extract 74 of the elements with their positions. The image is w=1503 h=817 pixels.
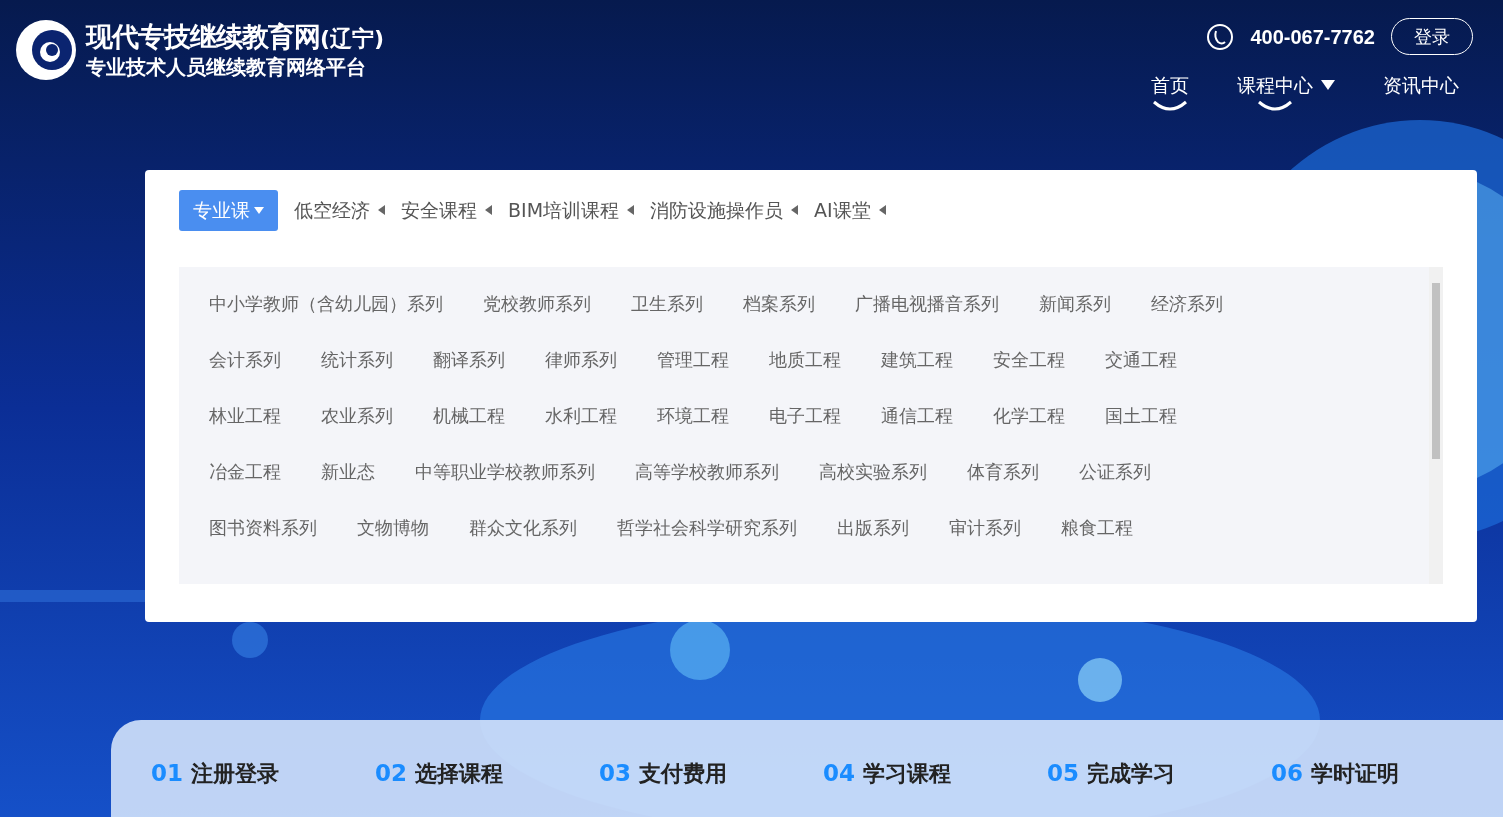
phone-icon bbox=[1206, 22, 1235, 51]
category-tab[interactable]: BIM培训课程 bbox=[508, 190, 635, 231]
course-category-link[interactable]: 审计系列 bbox=[949, 508, 1021, 565]
course-category-link[interactable]: 国土工程 bbox=[1105, 396, 1177, 453]
category-tab[interactable]: 专业课 bbox=[179, 190, 278, 231]
category-tab[interactable]: 低空经济 bbox=[294, 190, 385, 231]
course-category-link[interactable]: 中小学教师（含幼儿园）系列 bbox=[209, 284, 443, 341]
caret-left-icon bbox=[791, 205, 799, 216]
nav-link[interactable]: 首页 bbox=[1151, 71, 1189, 100]
category-tab[interactable]: AI课堂 bbox=[814, 190, 886, 231]
step-label: 选择课程 bbox=[415, 760, 504, 788]
nav-link[interactable]: 资讯中心 bbox=[1383, 71, 1459, 100]
course-category-link[interactable]: 林业工程 bbox=[209, 396, 281, 453]
course-category-link[interactable]: 管理工程 bbox=[657, 340, 729, 397]
step-label: 注册登录 bbox=[191, 760, 279, 788]
course-category-link[interactable]: 翻译系列 bbox=[433, 340, 505, 397]
caret-left-icon bbox=[378, 205, 385, 216]
caret-left-icon bbox=[485, 205, 492, 216]
site-title: 现代专技继续教育网 bbox=[86, 22, 320, 52]
course-category-link[interactable]: 通信工程 bbox=[881, 396, 953, 453]
course-category-link[interactable]: 电子工程 bbox=[769, 396, 841, 453]
category-tab[interactable]: 安全课程 bbox=[401, 190, 492, 231]
course-category-link[interactable]: 粮食工程 bbox=[1061, 508, 1133, 565]
category-tab[interactable]: 消防设施操作员 bbox=[650, 190, 799, 231]
caret-down-icon bbox=[254, 206, 264, 214]
course-category-link[interactable]: 化学工程 bbox=[993, 396, 1065, 453]
course-category-link[interactable]: 安全工程 bbox=[993, 340, 1065, 397]
caret-left-icon bbox=[627, 205, 635, 216]
course-category-link[interactable]: 档案系列 bbox=[743, 284, 815, 341]
course-category-link[interactable]: 冶金工程 bbox=[209, 452, 281, 509]
step-number: 01 bbox=[151, 759, 183, 788]
step-number: 04 bbox=[823, 759, 856, 788]
course-category-link[interactable]: 高校实验系列 bbox=[819, 452, 927, 509]
course-category-link[interactable]: 新闻系列 bbox=[1039, 284, 1111, 341]
course-category-link[interactable]: 建筑工程 bbox=[881, 340, 953, 397]
course-category-link[interactable]: 环境工程 bbox=[657, 396, 729, 453]
course-category-link[interactable]: 党校教师系列 bbox=[483, 284, 591, 341]
course-category-link[interactable]: 体育系列 bbox=[967, 452, 1039, 509]
course-category-link[interactable]: 统计系列 bbox=[321, 340, 393, 397]
course-category-link[interactable]: 图书资料系列 bbox=[209, 508, 317, 565]
course-category-link[interactable]: 群众文化系列 bbox=[469, 508, 577, 565]
site-subtitle: 专业技术人员继续教育网络平台 bbox=[86, 55, 367, 79]
logo-icon bbox=[14, 18, 78, 82]
course-category-link[interactable]: 交通工程 bbox=[1105, 340, 1177, 397]
course-category-link[interactable]: 经济系列 bbox=[1151, 284, 1223, 341]
step-number: 02 bbox=[375, 759, 408, 788]
course-category-link[interactable]: 农业系列 bbox=[321, 396, 393, 453]
step-number: 06 bbox=[1271, 759, 1304, 788]
caret-left-icon bbox=[878, 205, 886, 216]
step-label: 支付费用 bbox=[639, 760, 728, 788]
course-category-link[interactable]: 公证系列 bbox=[1079, 452, 1151, 509]
caret-down-icon[interactable] bbox=[1321, 80, 1335, 91]
step-label: 完成学习 bbox=[1087, 760, 1176, 788]
course-category-link[interactable]: 水利工程 bbox=[545, 396, 617, 453]
nav-link[interactable]: 课程中心 bbox=[1237, 71, 1313, 100]
course-category-link[interactable]: 卫生系列 bbox=[631, 284, 703, 341]
course-category-link[interactable]: 出版系列 bbox=[837, 508, 909, 565]
course-category-link[interactable]: 广播电视播音系列 bbox=[855, 284, 999, 341]
region-label: (辽宁) bbox=[320, 25, 385, 53]
course-category-link[interactable]: 高等学校教师系列 bbox=[635, 452, 779, 509]
course-category-link[interactable]: 新业态 bbox=[321, 452, 375, 509]
course-category-link[interactable]: 文物博物 bbox=[357, 508, 429, 565]
course-category-link[interactable]: 哲学社会科学研究系列 bbox=[617, 508, 797, 565]
course-category-link[interactable]: 机械工程 bbox=[433, 396, 505, 453]
scrollbar[interactable] bbox=[1429, 266, 1443, 584]
step-number: 03 bbox=[599, 759, 632, 788]
course-category-link[interactable]: 中等职业学校教师系列 bbox=[415, 452, 595, 509]
course-category-link[interactable]: 律师系列 bbox=[545, 340, 617, 397]
step-label: 学时证明 bbox=[1311, 760, 1400, 788]
phone-number: 400-067-7762 bbox=[1250, 24, 1375, 50]
course-category-link[interactable]: 会计系列 bbox=[209, 340, 281, 397]
course-category-link[interactable]: 地质工程 bbox=[769, 340, 841, 397]
step-number: 05 bbox=[1047, 759, 1080, 788]
step-label: 学习课程 bbox=[863, 760, 952, 788]
